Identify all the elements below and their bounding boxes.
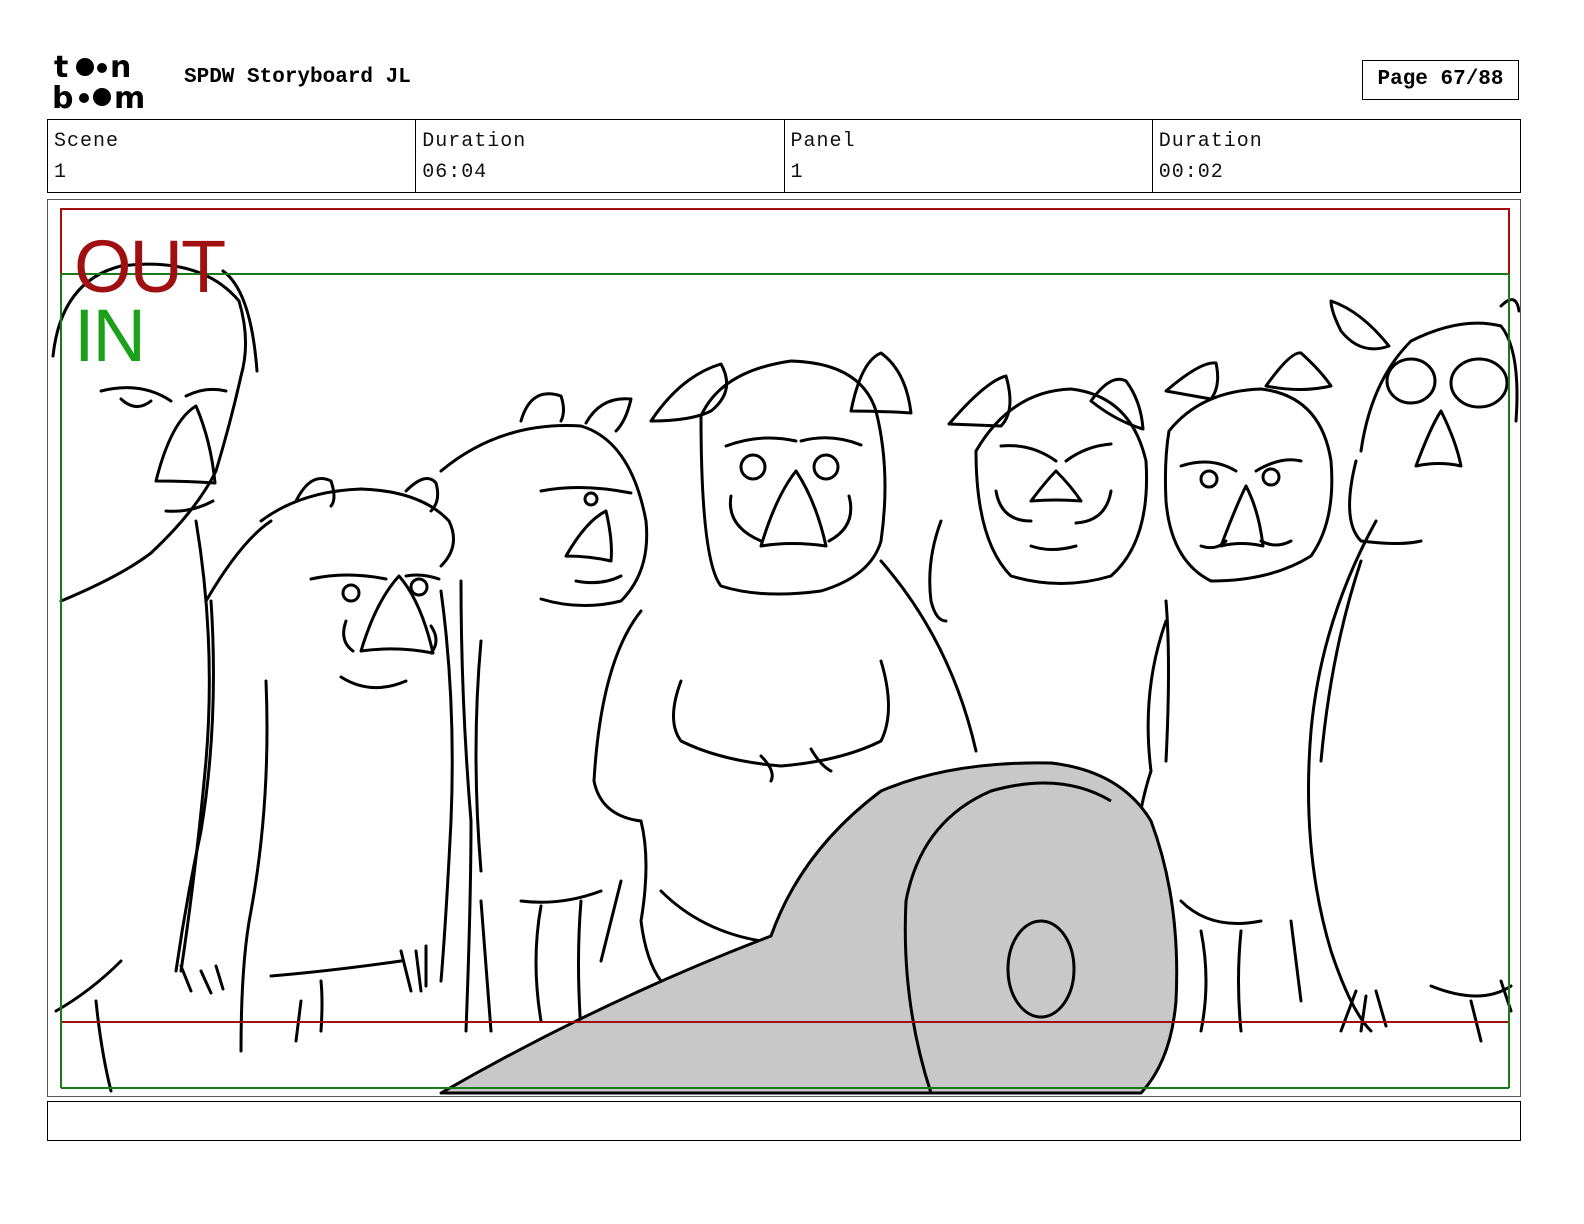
in-label: IN xyxy=(74,294,146,377)
out-label: OUT xyxy=(74,225,226,308)
panel-duration-cell: Duration 00:02 xyxy=(1153,120,1520,192)
scene-label: Scene xyxy=(54,130,120,153)
panel-label: Panel xyxy=(790,130,856,153)
page-indicator: Page 67/88 xyxy=(1362,60,1519,100)
panel-duration-label: Duration xyxy=(1158,130,1263,153)
svg-text:m: m xyxy=(114,81,145,112)
panel-cell: Panel 1 xyxy=(785,120,1153,192)
panel-value: 1 xyxy=(790,161,804,184)
svg-text:b: b xyxy=(52,81,73,112)
scene-duration-cell: Duration 06:04 xyxy=(416,120,785,192)
notes-box[interactable] xyxy=(47,1101,1521,1141)
storyboard-panel xyxy=(47,199,1521,1097)
svg-text:t: t xyxy=(54,50,68,85)
info-table: Scene 1 Duration 06:04 Panel 1 Duration … xyxy=(47,119,1521,193)
boar-sixth xyxy=(1163,387,1334,583)
scene-duration-value: 06:04 xyxy=(422,161,488,184)
panel-duration-value: 00:02 xyxy=(1158,161,1224,184)
document-title: SPDW Storyboard JL xyxy=(184,66,411,89)
panel-sketch xyxy=(51,208,1520,1095)
boar-second xyxy=(259,487,455,568)
toon-boom-logo: t n b m xyxy=(52,50,164,116)
boar-center xyxy=(699,359,887,596)
scene-duration-label: Duration xyxy=(422,130,527,153)
rolled-object xyxy=(439,761,1179,1095)
svg-text:n: n xyxy=(110,50,131,85)
scene-value: 1 xyxy=(54,161,68,184)
boar-fifth xyxy=(974,387,1149,585)
scene-cell: Scene 1 xyxy=(48,120,417,192)
